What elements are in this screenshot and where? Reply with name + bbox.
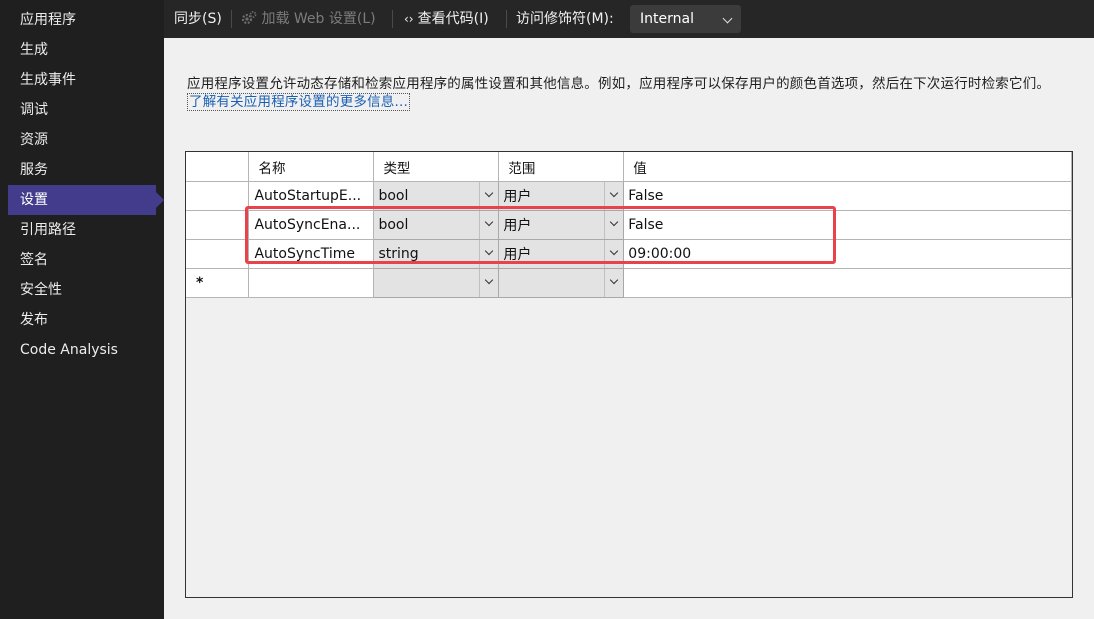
sidebar-item-resources[interactable]: 资源 [8, 125, 156, 155]
new-row: * [186, 268, 1072, 298]
new-setting-name-cell[interactable] [248, 268, 375, 298]
toolbar-separator [506, 10, 507, 28]
learn-more-link[interactable]: 了解有关应用程序设置的更多信息... [187, 93, 410, 111]
load-web-settings-label: 加载 Web 设置(L) [261, 11, 376, 27]
sidebar-item-publish[interactable]: 发布 [8, 305, 156, 335]
setting-type-combo[interactable]: bool [373, 181, 500, 211]
column-header-scope[interactable]: 范围 [498, 152, 625, 182]
chevron-down-icon [722, 13, 733, 24]
setting-scope-value: 用户 [503, 218, 532, 234]
table-row: AutoStartupE... bool 用户 False [186, 181, 1072, 211]
chevron-down-icon[interactable] [479, 211, 498, 239]
chevron-down-icon[interactable] [604, 269, 623, 297]
new-setting-value-cell[interactable] [623, 268, 1072, 298]
sidebar-item-settings[interactable]: 设置 [8, 185, 164, 215]
settings-grid: 名称 类型 范围 值 AutoStartupE... bool 用户 False… [185, 151, 1073, 598]
sync-button[interactable]: 同步(S) [174, 0, 222, 38]
setting-type-combo[interactable]: string [373, 239, 500, 269]
view-code-button[interactable]: ‹› 查看代码(I) [404, 0, 489, 38]
chevron-down-icon[interactable] [479, 182, 498, 210]
setting-type-value: string [378, 246, 419, 262]
setting-scope-combo[interactable]: 用户 [498, 210, 625, 240]
sidebar-item-application[interactable]: 应用程序 [8, 5, 156, 35]
description-text: 应用程序设置允许动态存储和检索应用程序的属性设置和其他信息。例如，应用程序可以保… [187, 76, 1051, 92]
row-header[interactable] [186, 210, 250, 240]
setting-scope-combo[interactable]: 用户 [498, 239, 625, 269]
sidebar-item-build-events[interactable]: 生成事件 [8, 65, 156, 95]
access-modifier-value: Internal [640, 11, 694, 27]
settings-toolbar: 同步(S) 加载 Web 设置(L) ‹› 查看代码(I) 访问修饰符(M): I… [164, 0, 1094, 38]
setting-type-value: bool [378, 188, 409, 204]
setting-scope-value: 用户 [503, 189, 532, 205]
header-row: 名称 类型 范围 值 [186, 152, 1072, 182]
sidebar-item-signing[interactable]: 签名 [8, 245, 156, 275]
toolbar-separator [392, 10, 393, 28]
setting-name-cell[interactable]: AutoSyncTime [248, 239, 375, 269]
column-header-type[interactable]: 类型 [373, 152, 500, 182]
sidebar-item-reference-paths[interactable]: 引用路径 [8, 215, 156, 245]
access-modifier-label: 访问修饰符(M): [516, 11, 614, 27]
settings-description: 应用程序设置允许动态存储和检索应用程序的属性设置和其他信息。例如，应用程序可以保… [187, 75, 1067, 111]
sidebar-item-debug[interactable]: 调试 [8, 95, 156, 125]
sidebar-item-services[interactable]: 服务 [8, 155, 156, 185]
setting-name-cell[interactable]: AutoSyncEna... [248, 210, 375, 240]
load-web-settings-button[interactable]: 加载 Web 设置(L) [241, 0, 376, 38]
setting-type-combo[interactable]: bool [373, 210, 500, 240]
setting-scope-combo[interactable]: 用户 [498, 181, 625, 211]
chevron-down-icon[interactable] [479, 240, 498, 268]
chevron-down-icon[interactable] [604, 240, 623, 268]
setting-type-value: bool [378, 217, 409, 233]
setting-value-cell[interactable]: 09:00:00 [623, 239, 1072, 269]
chevron-down-icon[interactable] [479, 269, 498, 297]
chevron-down-icon[interactable] [604, 182, 623, 210]
new-setting-type-combo[interactable] [373, 268, 500, 298]
row-header-corner [186, 152, 250, 182]
row-header[interactable] [186, 239, 250, 269]
view-code-label: 查看代码(I) [417, 11, 489, 27]
setting-name-cell[interactable]: AutoStartupE... [248, 181, 375, 211]
row-header[interactable] [186, 181, 250, 211]
code-icon: ‹› [404, 12, 414, 26]
chevron-down-icon[interactable] [604, 211, 623, 239]
settings-table: 名称 类型 范围 值 AutoStartupE... bool 用户 False… [186, 152, 1072, 298]
setting-value-cell[interactable]: False [623, 181, 1072, 211]
sidebar-item-security[interactable]: 安全性 [8, 275, 156, 305]
table-row: AutoSyncEna... bool 用户 False [186, 210, 1072, 240]
sidebar-nav: 应用程序 生成 生成事件 调试 资源 服务 设置 引用路径 签名 安全性 发布 … [0, 0, 164, 619]
new-row-marker[interactable]: * [186, 268, 250, 298]
gear-icon [241, 11, 261, 27]
setting-scope-value: 用户 [503, 247, 532, 263]
toolbar-separator [231, 10, 232, 28]
sidebar-item-code-analysis[interactable]: Code Analysis [8, 335, 156, 365]
new-setting-scope-combo[interactable] [498, 268, 625, 298]
access-modifier-dropdown[interactable]: Internal [630, 5, 741, 33]
settings-page: 应用程序设置允许动态存储和检索应用程序的属性设置和其他信息。例如，应用程序可以保… [164, 38, 1094, 619]
column-header-value[interactable]: 值 [623, 152, 1072, 182]
table-row: AutoSyncTime string 用户 09:00:00 [186, 239, 1072, 269]
column-header-name[interactable]: 名称 [248, 152, 375, 182]
setting-value-cell[interactable]: False [623, 210, 1072, 240]
sidebar-item-build[interactable]: 生成 [8, 35, 156, 65]
